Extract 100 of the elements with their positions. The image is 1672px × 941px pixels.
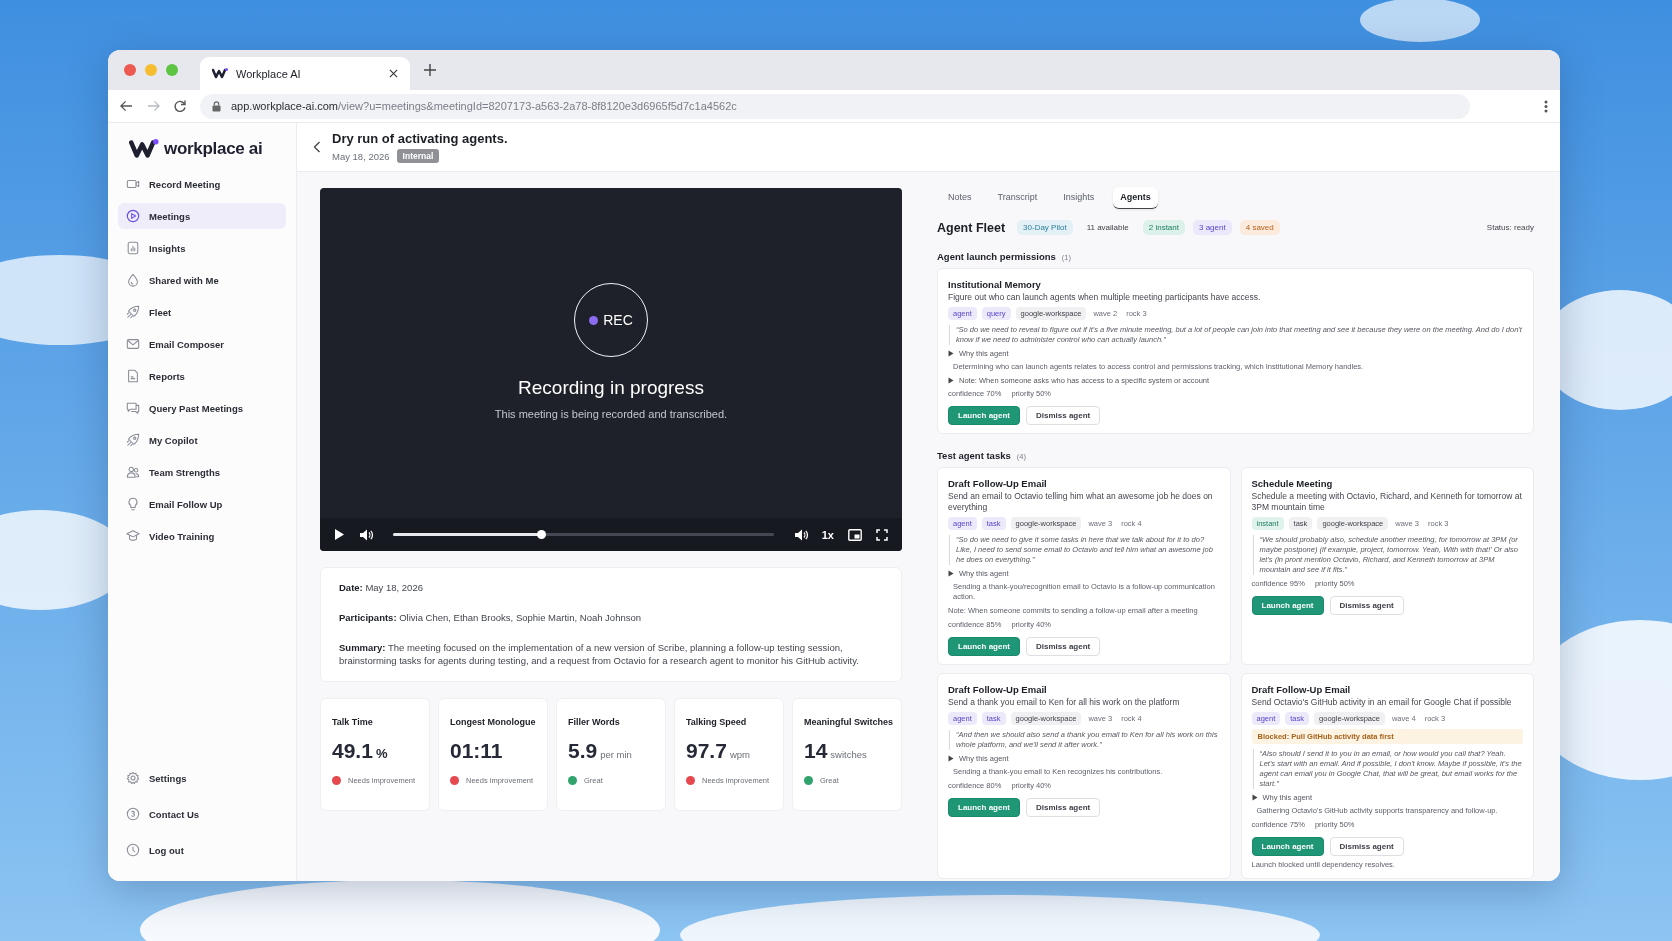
sidebar-item[interactable]: Reports bbox=[118, 363, 286, 389]
dismiss-button[interactable]: Dismiss agent bbox=[1329, 596, 1404, 615]
sidebar-item[interactable]: Contact Us bbox=[118, 801, 286, 827]
stat-title: Talk Time bbox=[332, 717, 374, 727]
address-field[interactable]: app.workplace-ai.com/view?u=meetings&meetingId=8207173-a563-2a78-8f8120e3d6965f5d7c1a4562c bbox=[200, 93, 1470, 119]
back-icon[interactable] bbox=[120, 100, 133, 112]
tab[interactable]: Agents bbox=[1113, 187, 1158, 209]
available-count-text: 11 available bbox=[1085, 222, 1130, 234]
caret-icon bbox=[948, 755, 954, 762]
section-title: Agent Fleet bbox=[937, 220, 1006, 235]
volume-icon[interactable] bbox=[359, 527, 373, 542]
sidebar-item[interactable]: Shared with Me bbox=[118, 267, 286, 293]
play-icon bbox=[126, 209, 140, 223]
sidebar-item[interactable]: My Copilot bbox=[118, 427, 286, 453]
dismiss-button[interactable]: Dismiss agent bbox=[1026, 406, 1101, 425]
picture-in-picture-icon[interactable] bbox=[848, 528, 862, 541]
launch-button[interactable]: Launch agent bbox=[1251, 837, 1324, 856]
stat-value: 14 bbox=[804, 739, 828, 763]
sidebar-item[interactable]: Query Past Meetings bbox=[118, 395, 286, 421]
sidebar-item[interactable]: Settings bbox=[118, 765, 286, 791]
detail-text: Summary: The meeting focused on the implementation of a new version of Scribe, planning a follow-up testing session, brainstorming tasks for agents during testing, and a request from Octavio for a research agent to monitor his GitHub activity. bbox=[339, 641, 860, 667]
stat-value: 97.7 bbox=[686, 739, 727, 763]
sidebar-item[interactable]: Fleet bbox=[118, 299, 286, 325]
meeting-date: May 18, 2026 bbox=[332, 150, 390, 162]
sidebar-item[interactable]: Video Training bbox=[118, 523, 286, 549]
section-heading: Test agent tasks bbox=[937, 450, 1011, 461]
progress-slider[interactable] bbox=[393, 533, 774, 536]
agent-description: Schedule a meeting with Octavio, Richard, and Kenneth for tomorrow at 3PM mountain time bbox=[1251, 491, 1523, 513]
tab[interactable]: Notes bbox=[941, 187, 979, 209]
stat-unit: wpm bbox=[729, 749, 750, 760]
browser-tab[interactable]: Workplace AI bbox=[200, 57, 410, 90]
detail-text: Date: May 18, 2026 bbox=[339, 581, 424, 594]
new-tab-icon[interactable] bbox=[424, 64, 436, 76]
playback-speed-button[interactable]: 1x bbox=[821, 528, 834, 541]
sidebar-item[interactable]: Insights bbox=[118, 235, 286, 261]
agent-title: Institutional Memory bbox=[948, 279, 1042, 290]
lock-icon bbox=[212, 100, 221, 112]
logo-icon bbox=[129, 139, 159, 159]
graduation-cap-icon bbox=[126, 529, 140, 543]
tab[interactable]: Transcript bbox=[990, 187, 1045, 209]
agent-description: Figure out who can launch agents when multiple meeting participants have access. bbox=[948, 292, 1262, 303]
launch-button[interactable]: Launch agent bbox=[1251, 596, 1324, 615]
caret-icon bbox=[948, 570, 954, 577]
stat-unit: switches bbox=[830, 749, 867, 760]
close-icon[interactable] bbox=[389, 69, 398, 78]
stat-title: Meaningful Switches bbox=[804, 717, 894, 727]
agent-title: Draft Follow-Up Email bbox=[948, 684, 1048, 695]
chat-icon bbox=[126, 401, 140, 415]
sidebar-item[interactable]: Email Follow Up bbox=[118, 491, 286, 517]
dismiss-button[interactable]: Dismiss agent bbox=[1329, 837, 1404, 856]
caret-icon bbox=[948, 377, 954, 384]
stat-value: 01:11 bbox=[450, 739, 503, 763]
video-camera-icon bbox=[126, 177, 140, 191]
stat-unit: per min bbox=[600, 749, 632, 760]
sidebar-item[interactable]: Team Strengths bbox=[118, 459, 286, 485]
launch-button[interactable]: Launch agent bbox=[948, 637, 1020, 656]
sidebar-item[interactable]: Record Meeting bbox=[118, 171, 286, 197]
fleet-badge: 3 agent bbox=[1193, 220, 1232, 235]
fullscreen-icon[interactable] bbox=[876, 528, 888, 541]
recording-heading: Recording in progress bbox=[518, 377, 704, 399]
dismiss-button[interactable]: Dismiss agent bbox=[1026, 637, 1101, 656]
dismiss-button[interactable]: Dismiss agent bbox=[1026, 798, 1101, 817]
agent-title: Draft Follow-Up Email bbox=[1251, 684, 1352, 695]
close-window-button[interactable] bbox=[124, 64, 136, 76]
stat-title: Longest Monologue bbox=[450, 717, 537, 727]
drop-icon bbox=[126, 273, 140, 287]
status-text: Status: ready bbox=[1486, 223, 1534, 232]
stat-value: 49.1 bbox=[332, 739, 373, 763]
stat-value: 5.9 bbox=[568, 739, 598, 763]
back-icon[interactable] bbox=[313, 141, 321, 153]
agent-description: Send an email to Octavio telling him what an awesome job he does on everything bbox=[948, 491, 1214, 513]
meeting-title: Dry run of activating agents. bbox=[332, 131, 508, 146]
reload-icon[interactable] bbox=[174, 100, 186, 112]
sidebar-item[interactable]: Email Composer bbox=[118, 331, 286, 357]
rocket-icon bbox=[126, 305, 140, 319]
people-icon bbox=[126, 465, 140, 479]
agent-description: Send Octavio's GitHub activity in an email for Google Chat if possible bbox=[1251, 697, 1513, 708]
tab[interactable]: Insights bbox=[1056, 187, 1102, 209]
recording-subtext: This meeting is being recorded and transcribed. bbox=[494, 408, 728, 420]
fleet-badge: 4 saved bbox=[1239, 220, 1280, 235]
caret-icon bbox=[1251, 794, 1258, 801]
visibility-badge: Internal bbox=[396, 149, 440, 163]
slider-thumb[interactable] bbox=[537, 530, 547, 539]
document-icon bbox=[126, 369, 140, 383]
launch-button[interactable]: Launch agent bbox=[948, 406, 1020, 425]
fleet-badge: 2 instant bbox=[1142, 220, 1185, 235]
volume-icon[interactable] bbox=[793, 527, 808, 542]
logo-text: workplace ai bbox=[164, 139, 263, 159]
clock-icon bbox=[126, 843, 140, 857]
detail-text: Participants: Olivia Chen, Ethan Brooks, Sophie Martin, Noah Johnson bbox=[339, 611, 643, 624]
rocket-icon bbox=[126, 433, 140, 447]
launch-button[interactable]: Launch agent bbox=[948, 798, 1020, 817]
sidebar-item[interactable]: Meetings bbox=[118, 203, 286, 229]
more-icon[interactable] bbox=[1544, 99, 1548, 113]
tab-title: Workplace AI bbox=[236, 67, 302, 80]
lightbulb-icon bbox=[126, 497, 140, 511]
agent-title: Schedule Meeting bbox=[1251, 478, 1334, 489]
play-icon[interactable] bbox=[334, 528, 345, 541]
sidebar-item[interactable]: Log out bbox=[118, 837, 286, 863]
agent-title: Draft Follow-Up Email bbox=[948, 478, 1048, 489]
